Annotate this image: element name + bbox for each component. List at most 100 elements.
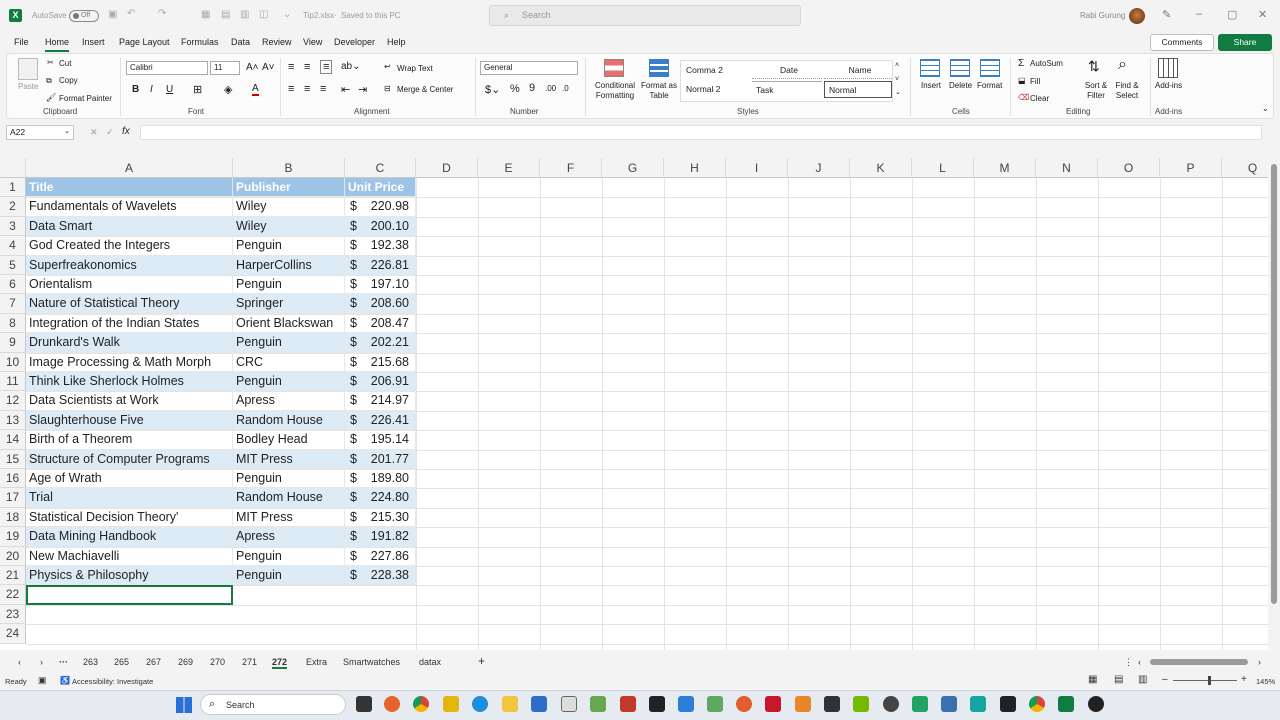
file-explorer-icon[interactable]	[502, 696, 518, 712]
publisher-cell[interactable]: Penguin	[233, 469, 345, 489]
row-header[interactable]: 12	[0, 391, 26, 411]
percent-icon[interactable]: %	[510, 83, 520, 95]
task-view-icon[interactable]	[356, 696, 372, 712]
title-cell[interactable]: Data Scientists at Work	[26, 391, 233, 411]
tab-page-layout[interactable]: Page Layout	[119, 37, 170, 47]
autosave-toggle[interactable]: Off	[69, 10, 99, 22]
unit-price-cell[interactable]: $214.97	[345, 391, 416, 411]
search-input[interactable]: ⌕ Search	[489, 5, 801, 26]
tab-file[interactable]: File	[14, 37, 29, 47]
publisher-cell[interactable]: Penguin	[233, 546, 345, 566]
tab-data[interactable]: Data	[231, 37, 250, 47]
sheet-next-icon[interactable]: ›	[40, 657, 43, 667]
sheet-tab-263[interactable]: 263	[83, 657, 98, 667]
unit-price-cell[interactable]: $206.91	[345, 372, 416, 392]
column-header-b[interactable]: B	[233, 158, 345, 178]
publisher-cell[interactable]: Wiley	[233, 197, 345, 217]
unit-price-cell[interactable]: $200.10	[345, 216, 416, 237]
sort-filter-button[interactable]: Sort & Filter	[1080, 81, 1112, 101]
align-middle-icon[interactable]: ≡	[304, 61, 310, 73]
font-size-select[interactable]: 11	[210, 61, 240, 75]
hscroll-left-icon[interactable]: ‹	[1138, 657, 1141, 667]
title-cell[interactable]: Statistical Decision Theory'	[26, 507, 233, 528]
row-header[interactable]: 17	[0, 488, 26, 508]
app-icon-8[interactable]	[824, 696, 840, 712]
tab-home[interactable]: Home	[45, 37, 70, 52]
redo-icon[interactable]: ↷	[158, 8, 166, 19]
minimize-icon[interactable]: –	[1196, 8, 1202, 20]
align-top-icon[interactable]: ≡	[288, 61, 294, 73]
title-cell[interactable]: Image Processing & Math Morph	[26, 352, 233, 372]
italic-icon[interactable]: I	[150, 84, 153, 95]
app-icon-5[interactable]	[736, 696, 752, 712]
row-header[interactable]: 1	[0, 178, 26, 198]
title-cell[interactable]: Orientalism	[26, 275, 233, 295]
unit-price-cell[interactable]: $226.81	[345, 255, 416, 275]
insert-cells-button[interactable]: Insert	[921, 81, 941, 90]
row-header[interactable]: 7	[0, 294, 26, 314]
vscode-icon[interactable]	[678, 696, 694, 712]
edge-icon[interactable]	[472, 696, 488, 712]
title-cell[interactable]: New Machiavelli	[26, 546, 233, 566]
tab-view[interactable]: View	[303, 37, 322, 47]
sheet-tab-267[interactable]: 267	[146, 657, 161, 667]
increase-decimal-icon[interactable]: .00	[545, 84, 556, 93]
taskbar-search-input[interactable]: ⌕ Search	[200, 694, 346, 715]
column-header-j[interactable]: J	[788, 158, 850, 178]
row-header[interactable]: 20	[0, 546, 26, 566]
app-icon-13[interactable]	[1088, 696, 1104, 712]
style-task[interactable]: Task	[752, 81, 822, 98]
row-header[interactable]: 8	[0, 313, 26, 334]
unit-price-cell[interactable]: $226.41	[345, 410, 416, 431]
font-color-icon[interactable]: A	[252, 83, 259, 96]
calendar-icon[interactable]	[531, 696, 547, 712]
row-header[interactable]: 16	[0, 469, 26, 489]
column-header-n[interactable]: N	[1036, 158, 1098, 178]
table-header-cell[interactable]: Title	[26, 178, 233, 198]
avatar[interactable]	[1129, 8, 1145, 24]
nvidia-icon[interactable]	[853, 696, 869, 712]
active-cell-a22[interactable]	[26, 585, 233, 605]
title-cell[interactable]: Structure of Computer Programs	[26, 449, 233, 469]
style-name[interactable]: Name	[824, 62, 892, 79]
column-header-g[interactable]: G	[602, 158, 664, 178]
app-icon-11[interactable]	[941, 696, 957, 712]
column-header-i[interactable]: I	[726, 158, 788, 178]
align-right-icon[interactable]: ≡	[320, 83, 326, 95]
publisher-cell[interactable]: MIT Press	[233, 449, 345, 469]
column-header-h[interactable]: H	[664, 158, 726, 178]
styles-more-icon[interactable]: ⌄	[895, 88, 901, 96]
accessibility-status[interactable]: Accessibility: Investigate	[72, 677, 153, 686]
enter-icon[interactable]: ✓	[106, 127, 114, 138]
copy-icon[interactable]: ⧉	[46, 76, 52, 86]
zoom-level[interactable]: 145%	[1256, 677, 1275, 686]
app-icon-9[interactable]	[883, 696, 899, 712]
sheet-tab-extra[interactable]: Extra	[306, 657, 327, 667]
format-cells-icon[interactable]	[980, 59, 1000, 77]
row-header[interactable]: 4	[0, 236, 26, 256]
unit-price-cell[interactable]: $208.47	[345, 313, 416, 334]
unit-price-cell[interactable]: $224.80	[345, 488, 416, 508]
wrap-text-icon[interactable]: ↩	[384, 62, 391, 71]
title-cell[interactable]: Slaughterhouse Five	[26, 410, 233, 431]
autosum-icon[interactable]: Σ	[1018, 58, 1024, 69]
new-sheet-icon[interactable]: +	[478, 654, 485, 668]
app-icon-10[interactable]	[912, 696, 928, 712]
row-header[interactable]: 2	[0, 197, 26, 217]
decrease-decimal-icon[interactable]: .0	[562, 84, 569, 93]
align-center-icon[interactable]: ≡	[304, 83, 310, 95]
chrome-profile-icon[interactable]	[1029, 696, 1045, 712]
decrease-indent-icon[interactable]: ⇤	[341, 83, 350, 96]
wrap-text-button[interactable]: Wrap Text	[397, 64, 433, 73]
start-icon[interactable]	[176, 697, 192, 713]
format-painter-button[interactable]: Format Painter	[59, 94, 112, 103]
style-date[interactable]: Date	[752, 62, 822, 79]
title-cell[interactable]: Data Mining Handbook	[26, 527, 233, 547]
sheet-tab-datax[interactable]: datax	[419, 657, 441, 667]
chrome-icon[interactable]	[413, 696, 429, 712]
publisher-cell[interactable]: Wiley	[233, 216, 345, 237]
merge-center-button[interactable]: Merge & Center	[397, 85, 453, 94]
name-box-dropdown-icon[interactable]: ⌄	[64, 127, 70, 135]
sheet-tab-269[interactable]: 269	[178, 657, 193, 667]
unit-price-cell[interactable]: $215.68	[345, 352, 416, 372]
